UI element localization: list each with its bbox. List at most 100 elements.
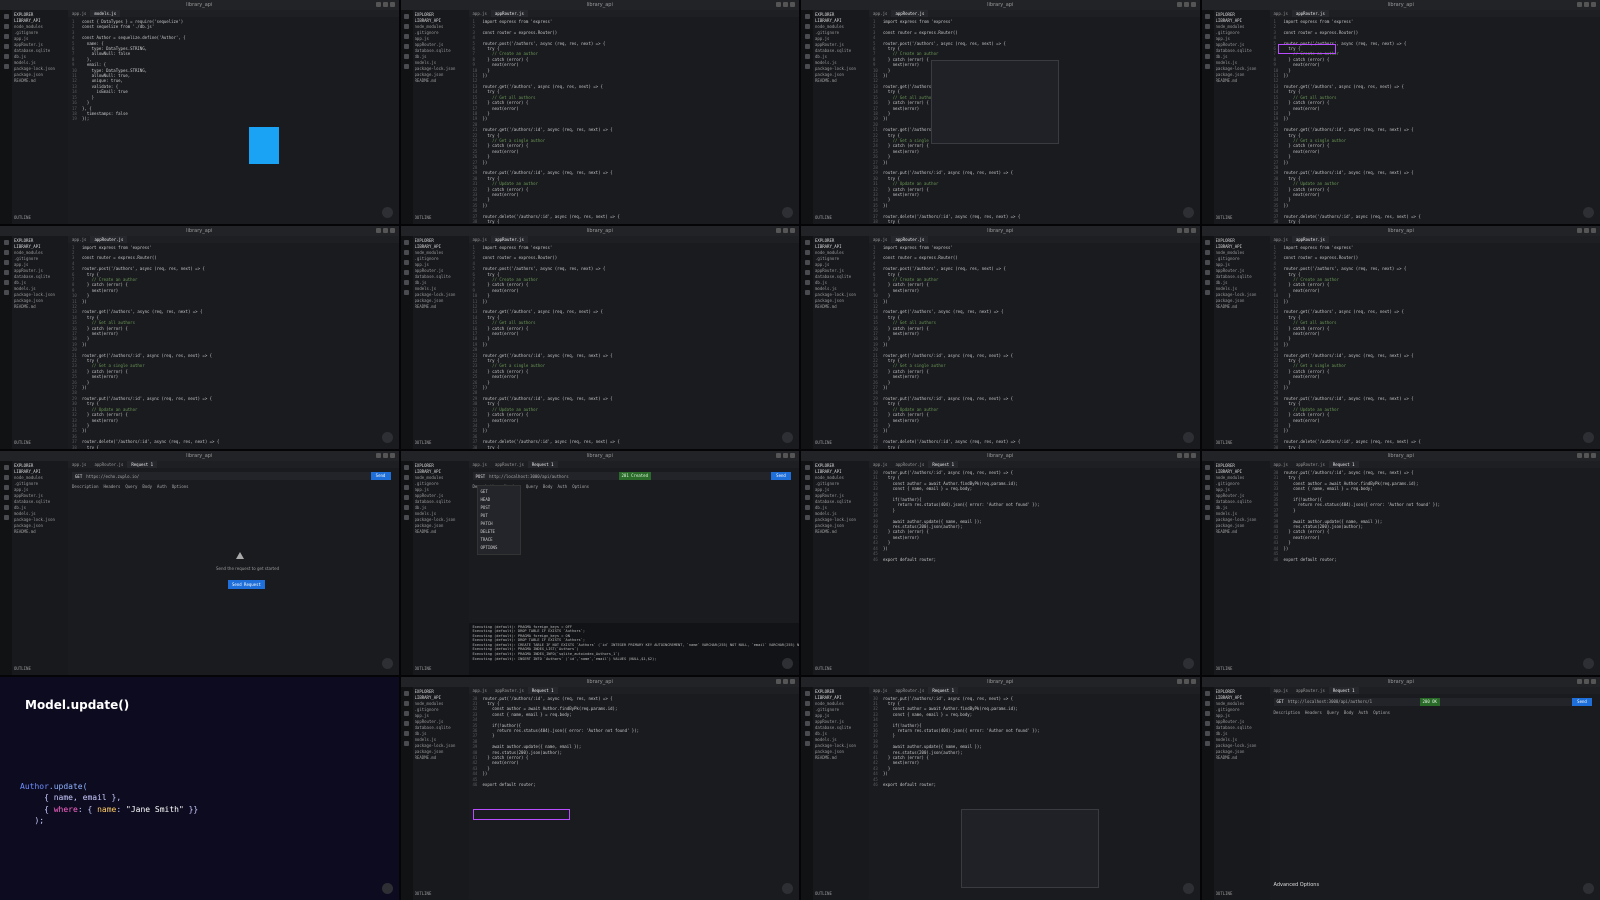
files-icon[interactable] <box>3 239 9 245</box>
subtab-auth[interactable]: Auth <box>157 484 167 489</box>
explorer-item[interactable]: README.md <box>14 304 66 310</box>
outline-section[interactable]: OUTLINE <box>14 215 33 221</box>
tab-app[interactable]: app.js <box>68 461 90 468</box>
layout-icon[interactable] <box>375 2 381 7</box>
files-icon[interactable] <box>3 465 9 470</box>
panel-icon[interactable] <box>1190 2 1196 7</box>
files-icon[interactable] <box>1205 465 1210 470</box>
split-icon[interactable] <box>783 227 788 233</box>
split-icon[interactable] <box>1584 678 1589 684</box>
source-control-icon[interactable] <box>804 259 810 265</box>
split-icon[interactable] <box>1183 678 1189 684</box>
debug-icon[interactable] <box>1205 495 1210 500</box>
http-client-icon[interactable] <box>404 289 409 295</box>
subtab-options[interactable]: Options <box>172 484 189 489</box>
debug-icon[interactable] <box>3 44 9 49</box>
method-option[interactable]: PUT <box>481 512 517 520</box>
subtab-query[interactable]: Query <box>1327 710 1339 715</box>
panel-icon[interactable] <box>1591 678 1596 684</box>
method-select[interactable]: GET <box>75 474 82 479</box>
explorer-item[interactable]: README.md <box>14 529 66 535</box>
files-icon[interactable] <box>804 14 810 19</box>
debug-icon[interactable] <box>804 720 810 726</box>
split-icon[interactable] <box>1584 453 1589 458</box>
extensions-icon[interactable] <box>3 54 9 59</box>
debug-icon[interactable] <box>404 44 409 49</box>
search-icon[interactable] <box>804 700 810 706</box>
http-client-icon[interactable] <box>404 740 409 746</box>
url-input[interactable]: https://echo.zuplo.io/ <box>86 474 139 479</box>
layout-icon[interactable] <box>1577 453 1582 458</box>
tab-approuter[interactable]: appRouter.js <box>491 687 528 694</box>
explorer-item[interactable]: README.md <box>815 78 867 84</box>
code-editor[interactable]: 1 import express from 'express' 2 3 const ro… <box>468 242 799 449</box>
outline-section[interactable]: OUTLINE <box>415 215 434 221</box>
source-control-icon[interactable] <box>3 259 9 265</box>
debug-icon[interactable] <box>804 269 810 275</box>
debug-icon[interactable] <box>1205 269 1210 275</box>
extensions-icon[interactable] <box>404 279 409 285</box>
search-icon[interactable] <box>804 475 810 480</box>
debug-icon[interactable] <box>404 495 409 500</box>
tab-approuter[interactable]: appRouter.js <box>891 461 928 468</box>
tab-approuter[interactable]: appRouter.js <box>1292 687 1329 694</box>
panel-icon[interactable] <box>1190 678 1196 684</box>
split-icon[interactable] <box>783 2 788 7</box>
subtab-auth[interactable]: Auth <box>1359 710 1369 715</box>
tab-app[interactable]: app.js <box>469 461 491 468</box>
subtab-headers[interactable]: Headers <box>104 484 121 489</box>
explorer-item[interactable]: README.md <box>815 529 867 535</box>
search-icon[interactable] <box>3 249 9 255</box>
http-client-icon[interactable] <box>804 64 810 69</box>
search-icon[interactable] <box>804 24 810 29</box>
extensions-icon[interactable] <box>804 505 810 510</box>
outline-section[interactable]: OUTLINE <box>815 666 834 672</box>
files-icon[interactable] <box>404 239 409 245</box>
panel-icon[interactable] <box>790 227 795 233</box>
debug-icon[interactable] <box>404 720 409 726</box>
source-control-icon[interactable] <box>404 710 409 716</box>
extensions-icon[interactable] <box>3 279 9 285</box>
panel-icon[interactable] <box>389 453 395 458</box>
tab-approuter[interactable]: appRouter.js <box>491 461 528 468</box>
tab-approuter[interactable]: appRouter.js <box>490 10 528 17</box>
split-icon[interactable] <box>382 2 388 7</box>
panel-icon[interactable] <box>389 227 395 233</box>
method-option[interactable]: OPTIONS <box>481 544 517 552</box>
split-icon[interactable] <box>783 678 788 684</box>
tab-request[interactable]: Request 1 <box>127 461 158 468</box>
extensions-icon[interactable] <box>404 730 409 736</box>
search-icon[interactable] <box>404 24 409 29</box>
extensions-icon[interactable] <box>404 505 409 510</box>
explorer-item[interactable]: README.md <box>1216 78 1268 84</box>
tab-request[interactable]: Request 1 <box>1328 686 1359 694</box>
layout-icon[interactable] <box>1176 227 1182 233</box>
subtab-description[interactable]: Description <box>1274 710 1301 715</box>
split-icon[interactable] <box>1584 2 1589 7</box>
http-client-icon[interactable] <box>804 289 810 295</box>
outline-section[interactable]: OUTLINE <box>1216 666 1235 672</box>
http-client-icon[interactable] <box>3 64 9 69</box>
tab-approuter[interactable]: appRouter.js <box>891 687 928 694</box>
files-icon[interactable] <box>404 465 409 470</box>
files-icon[interactable] <box>804 690 810 696</box>
layout-icon[interactable] <box>1176 678 1182 684</box>
http-client-icon[interactable] <box>1205 64 1210 69</box>
files-icon[interactable] <box>1205 14 1210 19</box>
autocomplete-popup[interactable] <box>961 808 1099 888</box>
explorer-item[interactable]: README.md <box>1216 529 1268 535</box>
extensions-icon[interactable] <box>3 505 9 510</box>
tab-request[interactable]: Request 1 <box>527 461 558 468</box>
tab-models[interactable]: models.js <box>90 10 121 17</box>
subtab-auth[interactable]: Auth <box>558 484 568 489</box>
extensions-icon[interactable] <box>1205 505 1210 510</box>
files-icon[interactable] <box>804 465 810 470</box>
source-control-icon[interactable] <box>1205 485 1210 490</box>
layout-icon[interactable] <box>1577 2 1582 7</box>
url-input[interactable]: http://localhost:3000/api/authors <box>489 474 568 479</box>
outline-section[interactable]: OUTLINE <box>815 215 834 221</box>
source-control-icon[interactable] <box>1205 710 1210 716</box>
search-icon[interactable] <box>404 700 409 706</box>
http-client-icon[interactable] <box>404 515 409 520</box>
send-button[interactable]: Send <box>771 472 791 480</box>
